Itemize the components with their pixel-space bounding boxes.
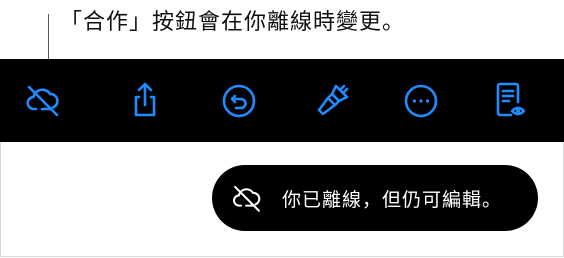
format-brush-icon bbox=[317, 84, 349, 116]
share-button[interactable] bbox=[124, 79, 166, 121]
callout-area: 「合作」按鈕會在你離線時變更。 bbox=[0, 0, 564, 59]
toolbar bbox=[0, 59, 564, 142]
reading-view-button[interactable] bbox=[488, 79, 530, 121]
undo-button[interactable] bbox=[218, 79, 260, 121]
callout-text: 「合作」按鈕會在你離線時變更。 bbox=[60, 10, 406, 35]
cloud-offline-icon bbox=[26, 85, 59, 117]
more-icon bbox=[404, 84, 438, 118]
share-icon bbox=[134, 82, 156, 117]
more-button[interactable] bbox=[400, 79, 442, 121]
toast-message: 你已離線，但仍可編輯。 bbox=[282, 189, 503, 211]
collaborate-button[interactable] bbox=[22, 79, 64, 121]
reading-view-icon bbox=[496, 82, 526, 117]
offline-toast: 你已離線，但仍可編輯。 bbox=[212, 165, 538, 231]
cloud-offline-icon bbox=[233, 185, 261, 212]
format-button[interactable] bbox=[312, 79, 354, 121]
undo-icon bbox=[222, 84, 256, 118]
